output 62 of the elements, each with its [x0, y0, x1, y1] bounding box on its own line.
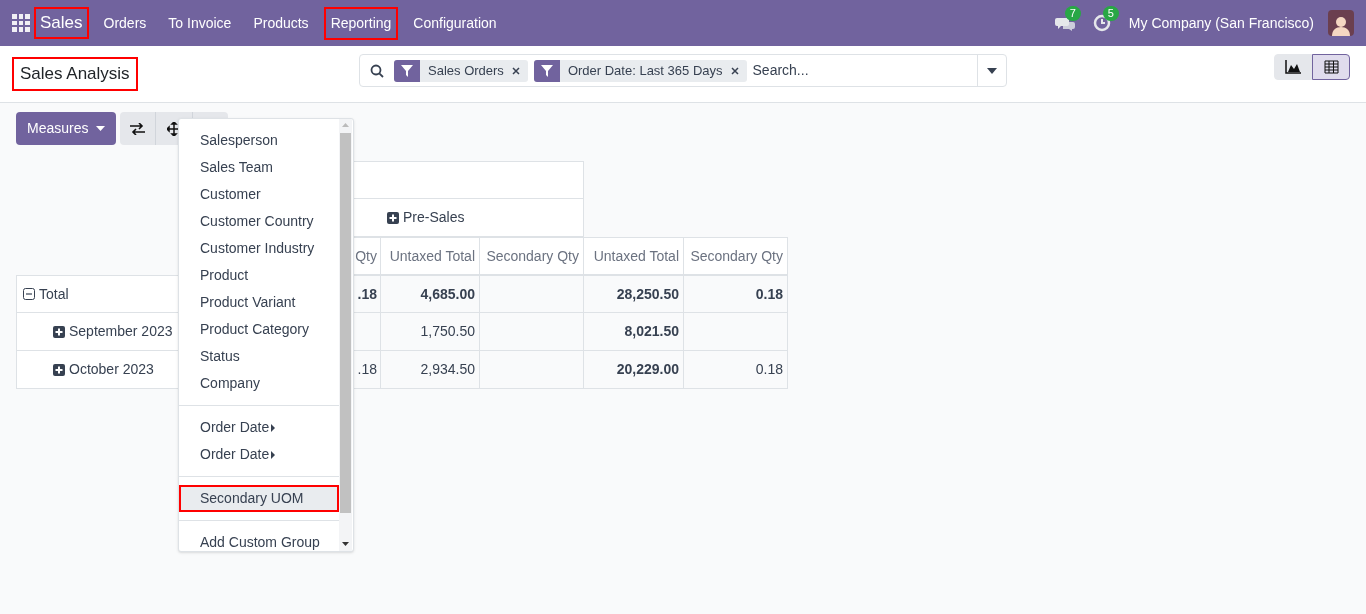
dropdown-item[interactable]: Customer: [179, 181, 339, 208]
filter-icon: [394, 59, 420, 82]
search-input[interactable]: Search...: [752, 60, 977, 81]
dropdown-item[interactable]: Sales Team: [179, 154, 339, 181]
expand-icon[interactable]: [53, 363, 65, 376]
expand-icon[interactable]: [53, 325, 65, 338]
filter-facet[interactable]: Sales Orders: [394, 59, 528, 82]
swap-arrows-icon: [130, 122, 146, 135]
collapse-icon[interactable]: [23, 288, 35, 300]
breadcrumb-title: Sales Analysis: [12, 57, 138, 91]
search-icon: [370, 63, 384, 78]
dropdown-item[interactable]: Order Date: [179, 441, 339, 468]
table-grid-icon: [1323, 60, 1339, 74]
table-cell: 20,229.00: [584, 351, 684, 389]
caret-icon: [96, 126, 106, 131]
nav-menu-item[interactable]: Reporting: [323, 6, 399, 40]
row-header[interactable]: September 2023: [16, 313, 180, 351]
caret-icon: [987, 67, 997, 74]
measure-header: Untaxed Total: [381, 237, 480, 275]
dropdown-item[interactable]: Product Category: [179, 316, 339, 343]
company-name[interactable]: My Company (San Francisco): [1128, 12, 1314, 34]
dropdown-item[interactable]: Product Variant: [179, 289, 339, 316]
dropdown-item[interactable]: Customer Industry: [179, 235, 339, 262]
area-chart-icon: [1285, 60, 1301, 74]
nav-menu-item[interactable]: Orders: [96, 6, 154, 40]
scrollbar-thumb[interactable]: [340, 133, 351, 513]
user-avatar[interactable]: [1328, 10, 1354, 36]
app-title[interactable]: Sales: [34, 7, 89, 39]
table-cell: 4,685.00: [381, 275, 480, 313]
scrollbar[interactable]: [339, 119, 352, 551]
column-group-header[interactable]: Pre-Sales: [381, 199, 584, 237]
table-cell: 28,250.50: [584, 275, 684, 313]
apps-menu-icon[interactable]: [12, 14, 30, 32]
row-header[interactable]: October 2023: [16, 351, 180, 389]
filter-facet[interactable]: Order Date: Last 365 Days: [533, 59, 747, 82]
table-cell: 1,750.50: [381, 313, 480, 351]
expand-icon[interactable]: [387, 211, 399, 224]
messages-badge: 7: [1064, 6, 1081, 21]
dropdown-item[interactable]: Customer Country: [179, 208, 339, 235]
flip-axis-button[interactable]: [120, 112, 157, 145]
table-cell: 0.18: [684, 275, 788, 313]
caret-right-icon: [271, 423, 276, 432]
measure-header: Untaxed Total: [584, 237, 684, 275]
caret-right-icon: [271, 450, 276, 459]
table-cell: 0.18: [684, 351, 788, 389]
dropdown-item[interactable]: Add Custom Group: [179, 529, 339, 551]
nav-menu-item[interactable]: Configuration: [406, 6, 504, 40]
measure-header: Secondary Qty: [480, 237, 584, 275]
nav-menu-item[interactable]: To Invoice: [161, 6, 239, 40]
filter-icon: [533, 59, 560, 82]
measure-header: Secondary Qty: [684, 237, 788, 275]
activities-badge: 5: [1102, 6, 1119, 21]
row-header[interactable]: Total: [16, 275, 180, 313]
graph-view-button[interactable]: [1274, 54, 1312, 80]
nav-menu-item[interactable]: Products: [246, 6, 316, 40]
dropdown-item[interactable]: Salesperson: [179, 127, 339, 154]
table-cell: 8,021.50: [584, 313, 684, 351]
table-cell: 2,934.50: [381, 351, 480, 389]
dropdown-item[interactable]: Order Date: [179, 414, 339, 441]
measures-button[interactable]: Measures: [16, 112, 117, 145]
pivot-view-button[interactable]: [1312, 54, 1350, 80]
dropdown-item[interactable]: Secondary UOM: [179, 485, 339, 512]
